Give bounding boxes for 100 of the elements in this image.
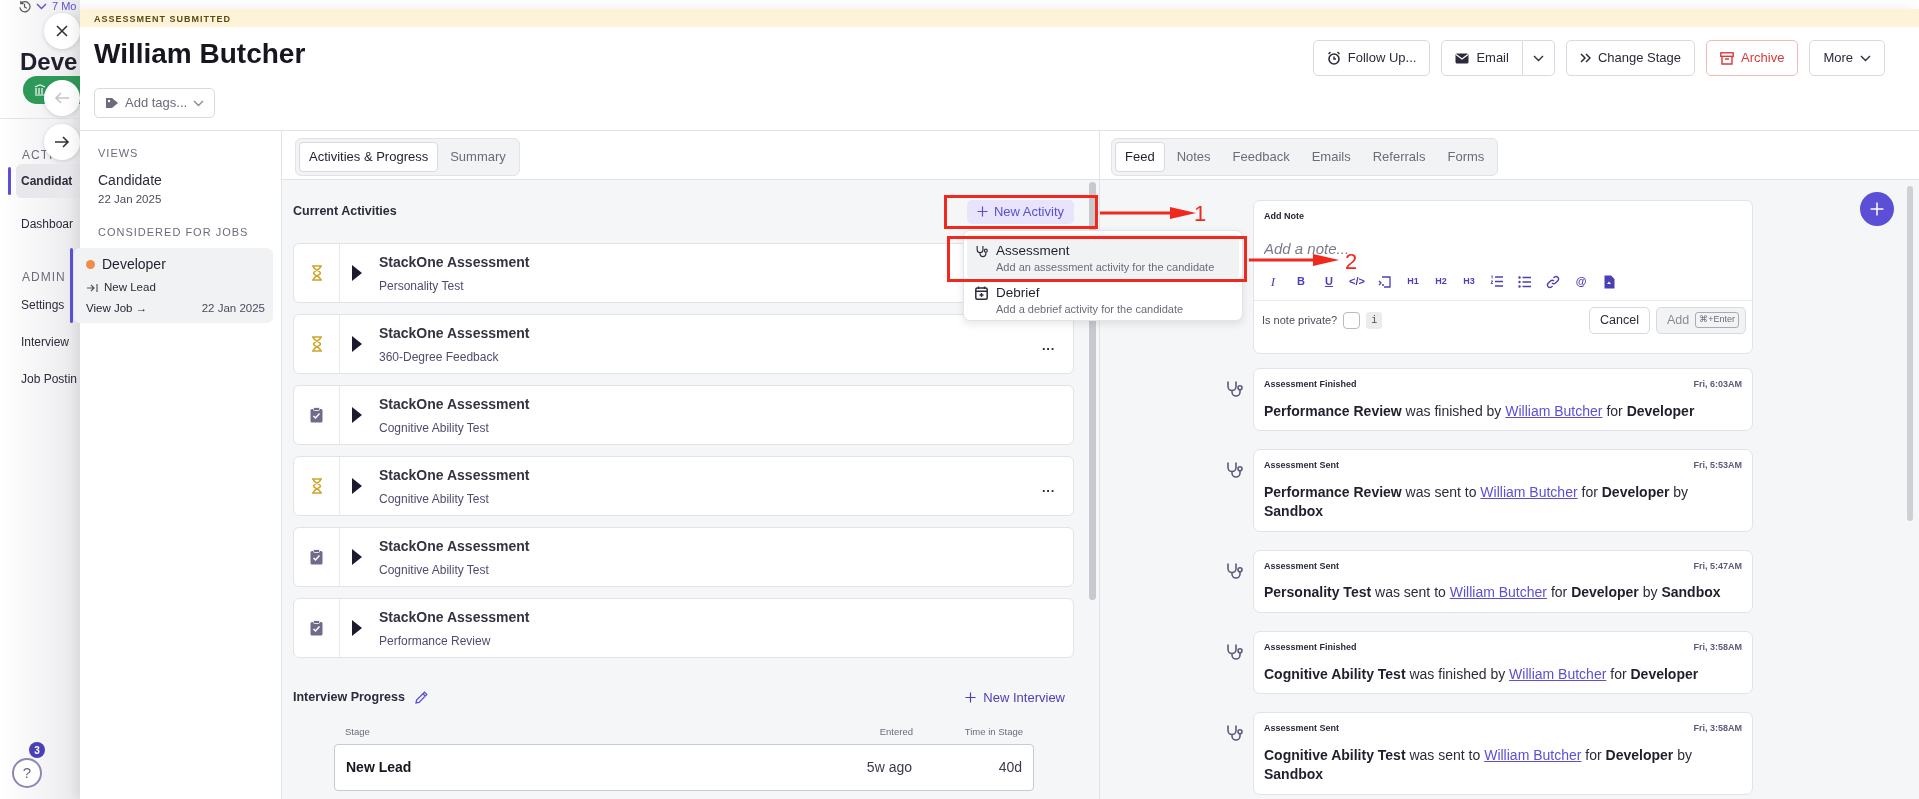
plus-icon <box>976 206 988 217</box>
activity-card[interactable]: StackOne Assessment Cognitive Ability Test ··· <box>293 456 1074 516</box>
nav-item[interactable]: Settings <box>21 298 65 312</box>
job-card[interactable]: Developer New Lead View Job → 22 Jan 2025 <box>74 248 273 323</box>
event-time: Fri, 6:03AM <box>1693 378 1742 391</box>
more-options-button[interactable]: ··· <box>1042 481 1055 501</box>
tab[interactable]: Notes <box>1166 142 1221 172</box>
tab[interactable]: Emails <box>1301 142 1361 172</box>
activity-subtitle: Cognitive Ability Test <box>379 419 490 437</box>
stethoscope-icon <box>1225 643 1243 662</box>
event-message: Cognitive Ability Test was sent to William Butcher for Developer by Sandbox <box>1264 745 1693 784</box>
double-chevron-icon <box>1579 53 1591 63</box>
table-cell-text: New Lead <box>346 757 413 777</box>
edit-icon[interactable] <box>414 691 428 705</box>
expand-icon[interactable] <box>352 478 362 494</box>
person-link[interactable]: William Butcher <box>1509 665 1607 682</box>
expand-icon[interactable] <box>352 336 362 352</box>
activity-title: StackOne Assessment <box>379 323 530 343</box>
italic-button[interactable]: I <box>1262 272 1284 291</box>
activity-card[interactable]: StackOne Assessment Cognitive Ability Test <box>293 385 1074 445</box>
bold-button[interactable]: B <box>1290 272 1312 291</box>
history-icon[interactable] <box>18 0 31 13</box>
new-activity-button[interactable]: New Activity <box>966 199 1074 224</box>
event-title: Assessment Finished <box>1264 378 1357 391</box>
activity-subtitle: 360-Degree Feedback <box>379 348 500 366</box>
activity-card[interactable]: StackOne Assessment 360-Degree Feedback ··· <box>293 314 1074 374</box>
person-link[interactable]: William Butcher <box>1505 402 1603 419</box>
event-message: Performance Review was sent to William Butcher for Developer by Sandbox <box>1264 482 1690 521</box>
tags-dropdown[interactable]: Add tags... <box>94 88 216 118</box>
email-button[interactable]: Email <box>1441 40 1523 76</box>
table-cell-text: 5w ago <box>865 757 912 777</box>
right-arrow-icon <box>54 135 70 149</box>
heading-button[interactable]: H3 <box>1458 272 1480 291</box>
nav-item[interactable]: Candidat <box>21 174 73 188</box>
activity-card[interactable]: StackOne Assessment Cognitive Ability Test <box>293 527 1074 587</box>
cancel-button[interactable]: Cancel <box>1589 306 1650 334</box>
add-button[interactable] <box>1860 192 1894 226</box>
heading-button[interactable]: H1 <box>1402 272 1424 291</box>
view-job-link[interactable]: View Job → <box>86 299 148 317</box>
scrollbar[interactable] <box>1907 186 1913 521</box>
stethoscope-icon <box>1225 380 1243 398</box>
section-heading: VIEWS <box>97 146 140 161</box>
tab[interactable]: Forms <box>1437 142 1495 172</box>
person-link[interactable]: William Butcher <box>1484 746 1582 763</box>
chevron-icon <box>1860 54 1871 62</box>
job-title: Developer <box>102 255 166 275</box>
change-stage-button[interactable]: Change Stage <box>1565 40 1695 76</box>
archive-icon <box>1720 51 1734 65</box>
calendar-icon <box>975 286 988 301</box>
expand-icon[interactable] <box>352 549 362 565</box>
tab[interactable]: Feed <box>1115 142 1165 172</box>
archive-button[interactable]: Archive <box>1706 40 1799 76</box>
expand-icon[interactable] <box>352 407 362 423</box>
stethoscope-icon <box>1225 461 1243 480</box>
person-link[interactable]: William Butcher <box>1480 483 1578 500</box>
tab[interactable]: Activities & Progress <box>299 142 439 172</box>
menu-item[interactable]: Assessment Add an assessment activity for the candidate <box>967 234 1239 278</box>
chevron-icon[interactable] <box>36 2 47 10</box>
close-button[interactable] <box>44 13 80 49</box>
event-time: Fri, 3:58AM <box>1693 641 1742 655</box>
candidate-name: William Butcher <box>94 37 306 71</box>
code-button[interactable]: </> <box>1346 272 1368 291</box>
person-link[interactable]: William Butcher <box>1449 584 1547 601</box>
event-title: Assessment Sent <box>1264 559 1340 573</box>
tab[interactable]: Summary <box>440 142 516 172</box>
activity-subtitle: Performance Review <box>379 632 492 650</box>
event-time: Fri, 3:58AM <box>1693 722 1742 736</box>
heading-button[interactable]: H2 <box>1430 272 1452 291</box>
info-badge: i <box>1366 311 1383 329</box>
event-time: Fri, 5:53AM <box>1693 459 1742 473</box>
tab[interactable]: Referrals <box>1362 142 1436 172</box>
nav-item[interactable]: Job Postin <box>21 372 78 386</box>
follow-up-button[interactable]: Follow Up... <box>1312 40 1431 76</box>
new-interview-button[interactable]: New Interview <box>965 688 1074 708</box>
view-link[interactable]: Candidate <box>98 169 281 191</box>
more-options-button[interactable]: ··· <box>1042 339 1055 359</box>
activity-subtitle: Cognitive Ability Test <box>379 561 490 579</box>
private-checkbox[interactable] <box>1343 311 1361 329</box>
section-heading: CONSIDERED FOR JOBS <box>97 224 250 240</box>
mention-button[interactable]: @ <box>1570 272 1592 291</box>
more-button[interactable]: More <box>1809 40 1885 76</box>
column-header: Time in Stage <box>963 724 1023 739</box>
event-message: Performance Review was finished by William Butcher for Developer <box>1264 401 1696 421</box>
nav-item[interactable]: Interview <box>21 335 70 349</box>
activity-card[interactable]: StackOne Assessment Performance Review <box>293 598 1074 658</box>
event-title: Assessment Sent <box>1264 722 1340 736</box>
column-header: Entered <box>878 724 913 739</box>
field-label: Add Note <box>1263 210 1305 223</box>
help-button[interactable]: ? <box>12 758 42 788</box>
underline-button[interactable]: U <box>1318 272 1340 291</box>
active-indicator <box>8 167 11 195</box>
status-banner: ASSESSMENT SUBMITTED <box>80 9 1919 27</box>
expand-icon[interactable] <box>352 620 362 636</box>
nav-item[interactable]: Dashboar <box>21 217 74 231</box>
history-link[interactable]: 7 Mo <box>52 0 77 12</box>
activity-title: StackOne Assessment <box>379 465 530 485</box>
section-title: Current Activities <box>293 204 397 219</box>
expand-icon[interactable] <box>352 265 362 281</box>
tab[interactable]: Feedback <box>1222 142 1300 172</box>
activity-title: StackOne Assessment <box>379 536 530 556</box>
